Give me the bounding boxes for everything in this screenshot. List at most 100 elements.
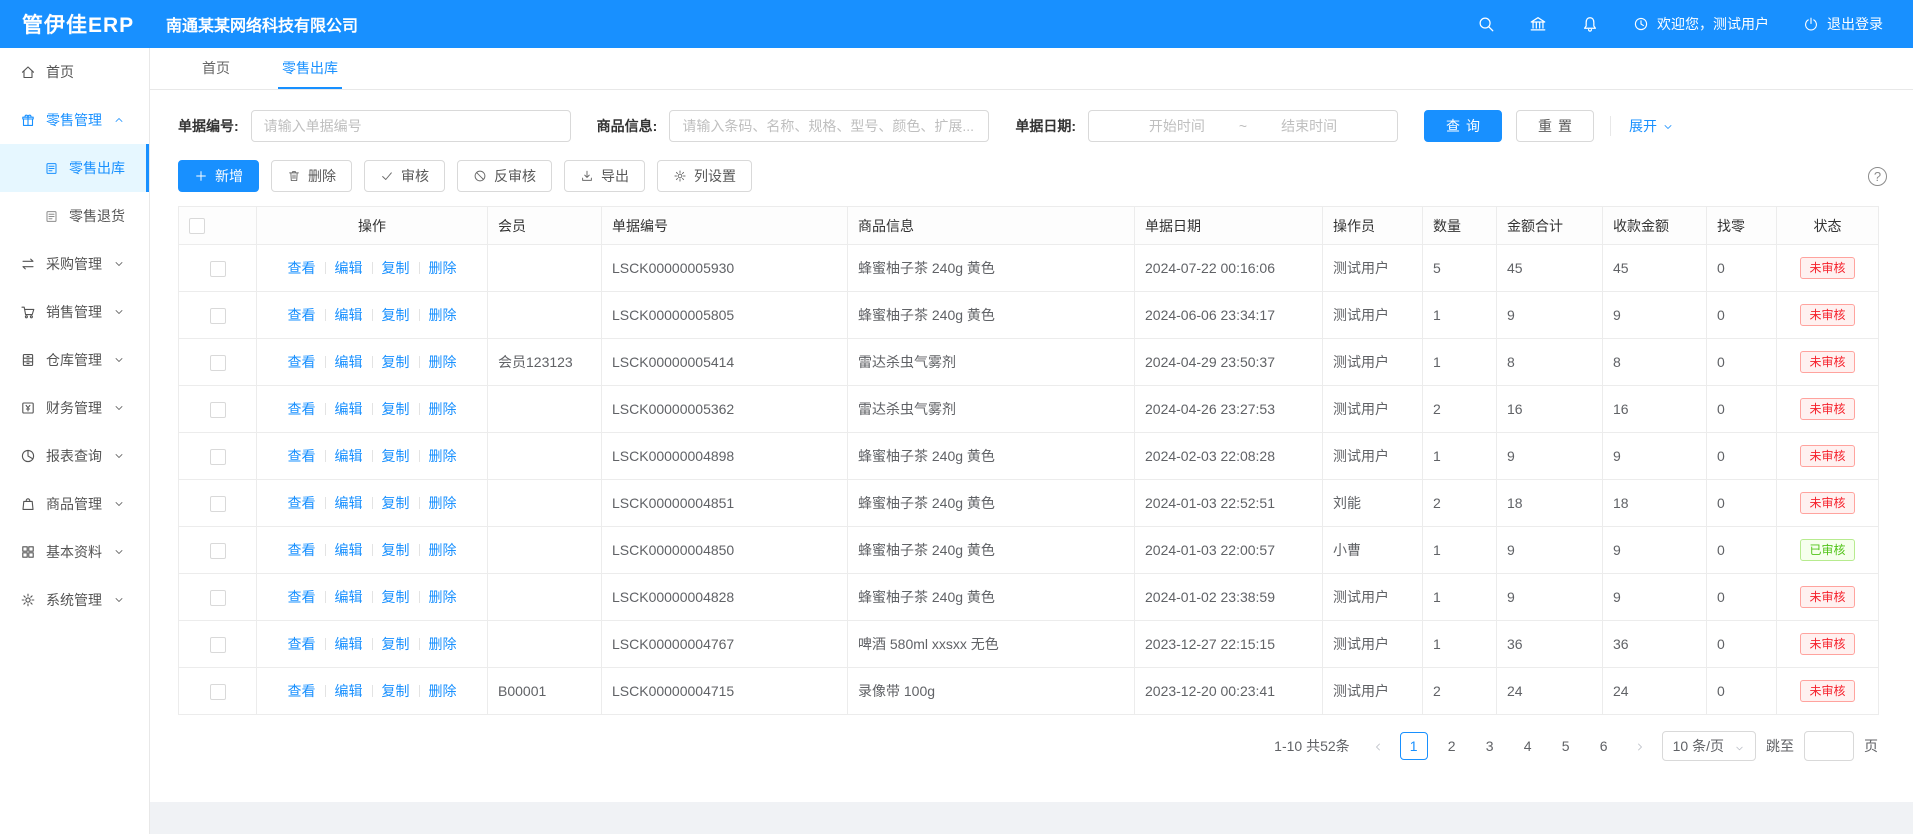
view-link[interactable]: 查看 [288, 401, 316, 417]
prev-page-button[interactable] [1366, 732, 1390, 760]
copy-link[interactable]: 复制 [382, 448, 410, 464]
edit-link[interactable]: 编辑 [335, 401, 363, 417]
edit-link[interactable]: 编辑 [335, 636, 363, 652]
notification-bell-icon[interactable] [1581, 15, 1599, 33]
copy-link[interactable]: 复制 [382, 354, 410, 370]
sidebar-item-home[interactable]: 首页 [0, 48, 149, 96]
sidebar-subitem-retail-return[interactable]: 零售退货 [0, 192, 149, 240]
edit-link[interactable]: 编辑 [335, 354, 363, 370]
view-link[interactable]: 查看 [288, 448, 316, 464]
sidebar-item-finance[interactable]: 财务管理 [0, 384, 149, 432]
edit-link[interactable]: 编辑 [335, 542, 363, 558]
date-start-placeholder[interactable]: 开始时间 [1149, 116, 1205, 136]
sidebar-item-goods[interactable]: 商品管理 [0, 480, 149, 528]
page-button-5[interactable]: 5 [1552, 732, 1580, 760]
delete-link[interactable]: 删除 [429, 636, 457, 652]
swap-icon [20, 256, 36, 272]
copy-link[interactable]: 复制 [382, 260, 410, 276]
reset-button[interactable]: 重置 [1516, 110, 1594, 142]
copy-link[interactable]: 复制 [382, 307, 410, 323]
delete-link[interactable]: 删除 [429, 260, 457, 276]
row-checkbox[interactable] [210, 355, 226, 371]
sidebar-subitem-retail-out[interactable]: 零售出库 [0, 144, 149, 192]
search-icon[interactable] [1477, 15, 1495, 33]
copy-link[interactable]: 复制 [382, 401, 410, 417]
edit-link[interactable]: 编辑 [335, 260, 363, 276]
page-button-4[interactable]: 4 [1514, 732, 1542, 760]
view-link[interactable]: 查看 [288, 495, 316, 511]
view-link[interactable]: 查看 [288, 307, 316, 323]
copy-link[interactable]: 复制 [382, 589, 410, 605]
tab-retail-out[interactable]: 零售出库 [278, 48, 342, 89]
edit-link[interactable]: 编辑 [335, 448, 363, 464]
edit-link[interactable]: 编辑 [335, 683, 363, 699]
delete-link[interactable]: 删除 [429, 448, 457, 464]
copy-link[interactable]: 复制 [382, 683, 410, 699]
delete-link[interactable]: 删除 [429, 683, 457, 699]
platform-icon[interactable] [1529, 15, 1547, 33]
view-link[interactable]: 查看 [288, 354, 316, 370]
status-cell: 未审核 [1777, 433, 1879, 480]
row-checkbox[interactable] [210, 684, 226, 700]
column-settings-button[interactable]: 列设置 [657, 160, 752, 192]
page-button-3[interactable]: 3 [1476, 732, 1504, 760]
product-info-input[interactable] [669, 110, 989, 142]
copy-link[interactable]: 复制 [382, 495, 410, 511]
row-checkbox[interactable] [210, 496, 226, 512]
view-link[interactable]: 查看 [288, 636, 316, 652]
view-link[interactable]: 查看 [288, 683, 316, 699]
sidebar-item-warehouse[interactable]: 仓库管理 [0, 336, 149, 384]
sidebar-item-retail[interactable]: 零售管理 [0, 96, 149, 144]
date-end-placeholder[interactable]: 结束时间 [1281, 116, 1337, 136]
date-range-picker[interactable]: 开始时间 ~ 结束时间 [1088, 110, 1398, 142]
view-link[interactable]: 查看 [288, 260, 316, 276]
view-link[interactable]: 查看 [288, 589, 316, 605]
row-checkbox[interactable] [210, 449, 226, 465]
select-all-checkbox[interactable] [189, 218, 205, 234]
sidebar-item-system[interactable]: 系统管理 [0, 576, 149, 624]
copy-link[interactable]: 复制 [382, 542, 410, 558]
row-checkbox[interactable] [210, 543, 226, 559]
sidebar-item-purchase[interactable]: 采购管理 [0, 240, 149, 288]
sidebar-item-report[interactable]: 报表查询 [0, 432, 149, 480]
row-checkbox[interactable] [210, 637, 226, 653]
jump-page-input[interactable] [1804, 731, 1854, 761]
search-button[interactable]: 查询 [1424, 110, 1502, 142]
row-checkbox[interactable] [210, 402, 226, 418]
delete-link[interactable]: 删除 [429, 542, 457, 558]
page-button-2[interactable]: 2 [1438, 732, 1466, 760]
bill-no-input[interactable] [251, 110, 571, 142]
unaudit-button[interactable]: 反审核 [457, 160, 552, 192]
copy-link[interactable]: 复制 [382, 636, 410, 652]
edit-link[interactable]: 编辑 [335, 307, 363, 323]
next-page-button[interactable] [1628, 732, 1652, 760]
edit-link[interactable]: 编辑 [335, 589, 363, 605]
delete-link[interactable]: 删除 [429, 354, 457, 370]
tab-home[interactable]: 首页 [198, 48, 234, 89]
page-size-select[interactable]: 10 条/页 [1662, 731, 1756, 761]
page-button-1[interactable]: 1 [1400, 732, 1428, 760]
audit-button[interactable]: 审核 [364, 160, 445, 192]
logout-button[interactable]: 退出登录 [1803, 14, 1883, 34]
delete-link[interactable]: 删除 [429, 307, 457, 323]
user-menu[interactable]: 欢迎您，测试用户 [1633, 14, 1769, 34]
cart-icon [20, 304, 36, 320]
page-button-6[interactable]: 6 [1590, 732, 1618, 760]
view-link[interactable]: 查看 [288, 542, 316, 558]
help-icon[interactable]: ? [1868, 167, 1887, 186]
expand-toggle[interactable]: 展开 [1610, 116, 1674, 136]
row-checkbox[interactable] [210, 308, 226, 324]
total-amount-cell: 9 [1497, 574, 1603, 621]
delete-link[interactable]: 删除 [429, 495, 457, 511]
delete-link[interactable]: 删除 [429, 589, 457, 605]
delete-button[interactable]: 删除 [271, 160, 352, 192]
link-divider [372, 403, 373, 415]
add-button[interactable]: 新增 [178, 160, 259, 192]
row-checkbox[interactable] [210, 261, 226, 277]
row-checkbox[interactable] [210, 590, 226, 606]
sidebar-item-basedata[interactable]: 基本资料 [0, 528, 149, 576]
delete-link[interactable]: 删除 [429, 401, 457, 417]
sidebar-item-sales[interactable]: 销售管理 [0, 288, 149, 336]
edit-link[interactable]: 编辑 [335, 495, 363, 511]
export-button[interactable]: 导出 [564, 160, 645, 192]
